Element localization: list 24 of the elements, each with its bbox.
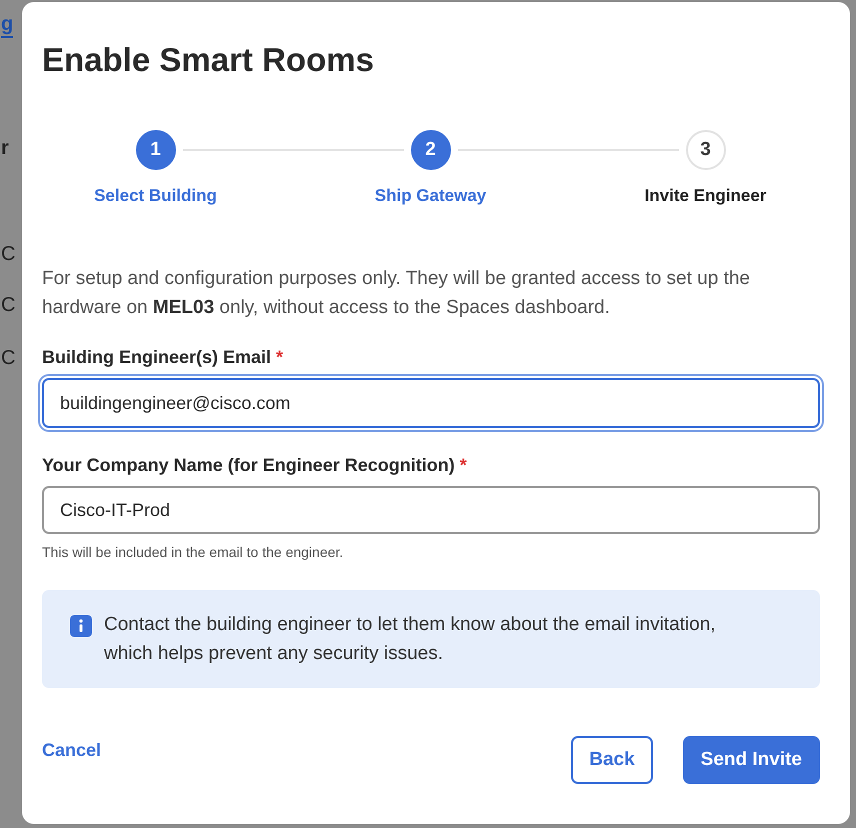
required-mark: * bbox=[276, 347, 284, 367]
step-label: Invite Engineer bbox=[644, 186, 766, 206]
input-field[interactable]: buildingengineer@cisco.com bbox=[42, 378, 820, 428]
step-number: 1 bbox=[136, 130, 176, 170]
send-button[interactable]: Send Invite bbox=[682, 736, 820, 784]
step-label: Select Building bbox=[94, 186, 217, 206]
cancel-link[interactable]: Cancel bbox=[42, 740, 102, 760]
background-text: r bbox=[1, 136, 9, 160]
step-number: 3 bbox=[686, 130, 726, 170]
input-field[interactable]: Cisco-IT-Prod bbox=[42, 486, 820, 534]
info-icon bbox=[70, 615, 92, 637]
step-number: 2 bbox=[410, 130, 450, 170]
required-mark: * bbox=[460, 455, 467, 475]
help-text: This will be included in the email to the engineer. bbox=[42, 544, 344, 560]
step-label: Ship Gateway bbox=[374, 186, 486, 206]
background-text: C bbox=[1, 242, 16, 266]
background-text: C bbox=[1, 346, 16, 370]
field-label: Building Engineer(s) Email bbox=[42, 347, 272, 367]
notice-text: Contact the building engineer to let them know about the email invitation, which helps prevent any security issues. bbox=[104, 613, 717, 666]
field-label: Your Company Name (for Engineer Recognition) bbox=[42, 455, 455, 475]
dialog-title: Enable Smart Rooms bbox=[42, 40, 375, 80]
back-button[interactable]: Back bbox=[571, 736, 653, 784]
description: For setup and configuration purposes only. They will be granted access to set up the hardware on MEL03 only, without access to the Spaces dashboard. bbox=[42, 267, 751, 320]
background-text: C bbox=[1, 293, 16, 317]
